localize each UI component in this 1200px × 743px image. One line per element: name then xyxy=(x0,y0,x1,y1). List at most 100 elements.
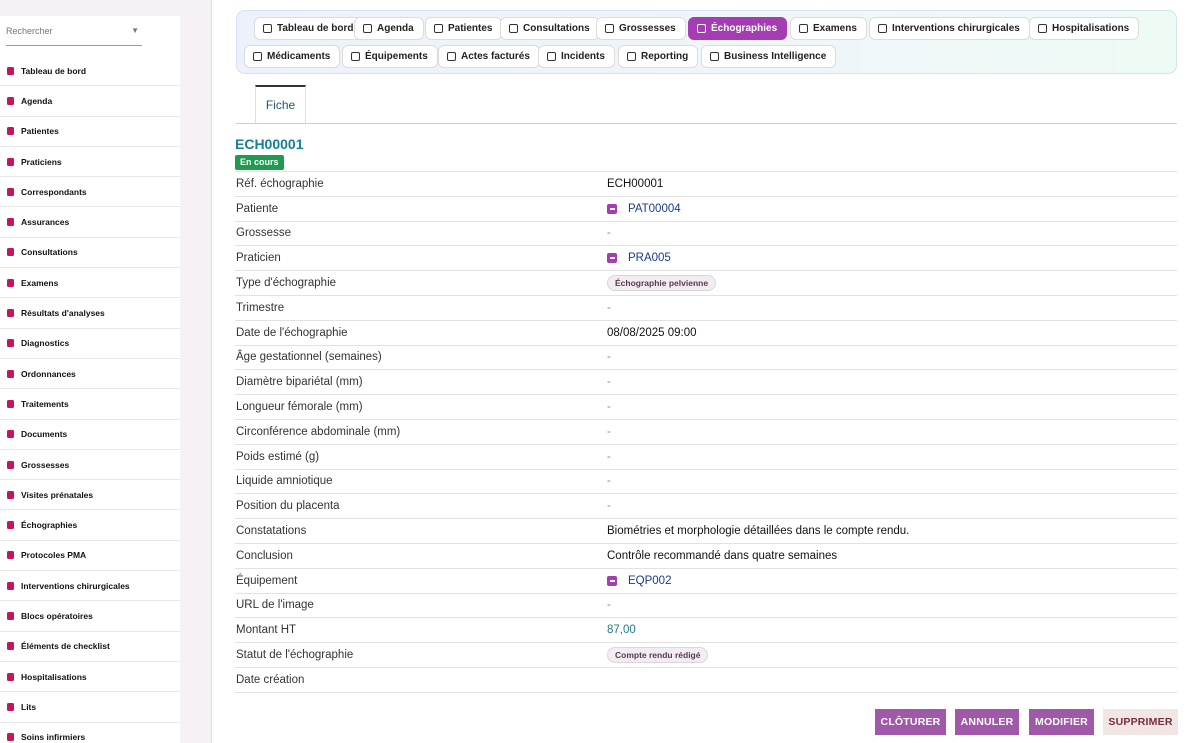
tab-1[interactable]: Agenda xyxy=(354,17,424,40)
field-row: Circonférence abdominale (mm) - xyxy=(235,420,1177,445)
search-input[interactable] xyxy=(6,20,126,42)
tab-4[interactable]: Grossesses xyxy=(596,17,686,40)
tab-7[interactable]: Interventions chirurgicales xyxy=(869,17,1030,40)
calendar-check-icon xyxy=(5,489,16,500)
tab-0[interactable]: Tableau de bord xyxy=(254,17,364,40)
field-row: Date de l'échographie 08/08/2025 09:00 xyxy=(235,321,1177,346)
field-value: - xyxy=(607,401,611,414)
field-label: Date création xyxy=(236,673,305,686)
tab-14[interactable]: Business Intelligence xyxy=(701,45,837,68)
sidebar-item-label: Lits xyxy=(21,701,37,712)
sidebar-item-1[interactable]: Agenda xyxy=(0,86,180,117)
sidebar-item-7[interactable]: Examens xyxy=(0,268,180,299)
sidebar-item-16[interactable]: Protocoles PMA xyxy=(0,541,180,572)
tab-10[interactable]: Équipements xyxy=(342,45,438,68)
field-value: Biométries et morphologie détaillées dan… xyxy=(607,525,910,538)
close-button[interactable]: CLÔTURER xyxy=(875,709,946,735)
field-label: Type d'échographie xyxy=(236,277,337,290)
chevron-down-icon[interactable]: ▼ xyxy=(131,26,139,35)
sidebar-item-11[interactable]: Traitements xyxy=(0,389,180,420)
field-value-link[interactable]: PAT00004 xyxy=(607,203,681,215)
field-value-link[interactable]: PRA005 xyxy=(607,252,671,264)
cancel-button[interactable]: ANNULER xyxy=(955,709,1019,735)
field-label: URL de l'image xyxy=(236,599,314,612)
field-value-tag: Échographie pelvienne xyxy=(607,275,717,292)
sidebar-item-0[interactable]: Tableau de bord xyxy=(0,56,180,87)
tab-12[interactable]: Incidents xyxy=(538,45,615,68)
sidebar-nav: Tableau de bord Agenda Patientes Praticiens… xyxy=(0,56,180,743)
sidebar-item-18[interactable]: Blocs opératoires xyxy=(0,601,180,632)
tab-fiche[interactable]: Fiche xyxy=(255,85,306,123)
sidebar-item-3[interactable]: Praticiens xyxy=(0,147,180,178)
tab-6[interactable]: Examens xyxy=(790,17,867,40)
sidebar-item-label: Correspondants xyxy=(21,186,87,197)
field-row: Constatations Biométries et morphologie d… xyxy=(235,519,1177,544)
sidebar-item-15[interactable]: Échographies xyxy=(0,510,180,541)
field-row: Diamètre bipariétal (mm) - xyxy=(235,370,1177,396)
field-value: - xyxy=(607,351,611,364)
tab-label: Business Intelligence xyxy=(724,51,827,62)
sidebar-item-label: Traitements xyxy=(21,398,69,409)
sidebar-item-label: Tableau de bord xyxy=(21,65,87,76)
sidebar-item-8[interactable]: Résultats d'analyses xyxy=(0,298,180,329)
module-tabs: Tableau de bord Agenda Patientes Consultati… xyxy=(236,10,1177,74)
tab-2[interactable]: Patientes xyxy=(425,17,503,40)
field-label: Liquide amniotique xyxy=(236,475,333,488)
tab-13[interactable]: Reporting xyxy=(618,45,699,68)
female-icon xyxy=(434,24,443,33)
search-box[interactable]: ▼ xyxy=(6,20,142,46)
field-value[interactable]: EQP002 xyxy=(628,575,671,587)
tab-label: Consultations xyxy=(523,23,590,34)
sidebar-item-2[interactable]: Patientes xyxy=(0,117,180,147)
field-row: Poids estimé (g) - xyxy=(235,445,1177,470)
sidebar-item-6[interactable]: Consultations xyxy=(0,238,180,269)
dashboard-icon xyxy=(263,24,272,33)
field-value: ECH00001 xyxy=(607,177,664,190)
tab-11[interactable]: Actes facturés xyxy=(438,45,540,68)
sidebar-item-19[interactable]: Éléments de checklist xyxy=(0,632,180,662)
sidebar-item-5[interactable]: Assurances xyxy=(0,207,180,238)
sidebar-item-label: Éléments de checklist xyxy=(21,641,110,652)
field-value[interactable]: PAT00004 xyxy=(628,203,681,215)
sidebar-item-label: Soins infirmiers xyxy=(21,732,86,743)
field-label: Constatations xyxy=(236,525,307,538)
nurse-icon xyxy=(5,732,16,743)
tab-8[interactable]: Hospitalisations xyxy=(1029,17,1140,40)
field-value: - xyxy=(607,500,611,513)
bed-icon xyxy=(5,580,16,591)
pills-icon xyxy=(5,398,16,409)
stethoscope-icon xyxy=(5,247,16,258)
record-tabs: Fiche xyxy=(236,84,1177,124)
field-value-link[interactable]: EQP002 xyxy=(607,575,671,587)
field-label: Diamètre bipariétal (mm) xyxy=(236,376,363,389)
sidebar-item-20[interactable]: Hospitalisations xyxy=(0,662,180,693)
field-label: Trimestre xyxy=(236,301,285,314)
field-row: Longueur fémorale (mm) - xyxy=(235,395,1177,420)
sidebar-item-12[interactable]: Documents xyxy=(0,420,180,450)
sidebar-item-13[interactable]: Grossesses xyxy=(0,450,180,481)
file-icon xyxy=(5,429,16,440)
sidebar-item-9[interactable]: Diagnostics xyxy=(0,329,180,359)
tab-5[interactable]: Échographies xyxy=(688,17,788,40)
sidebar-item-17[interactable]: Interventions chirurgicales xyxy=(0,571,180,602)
status-badge: En cours xyxy=(235,155,284,170)
sidebar-item-4[interactable]: Correspondants xyxy=(0,177,180,208)
edit-button[interactable]: MODIFIER xyxy=(1029,709,1094,735)
tab-label: Patientes xyxy=(448,23,493,34)
exam-icon xyxy=(5,277,16,288)
sidebar-item-21[interactable]: Lits xyxy=(0,692,180,723)
tab-3[interactable]: Consultations xyxy=(500,17,600,40)
delete-button[interactable]: SUPPRIMER xyxy=(1103,709,1178,735)
heartbeat-icon xyxy=(351,52,360,61)
exam-icon xyxy=(799,24,808,33)
field-value-tag: Compte rendu rédigé xyxy=(607,647,709,664)
record-link-icon xyxy=(607,575,617,586)
sidebar-item-10[interactable]: Ordonnances xyxy=(0,359,180,390)
tab-9[interactable]: Médicaments xyxy=(244,45,341,68)
hospital-icon xyxy=(5,610,16,621)
sidebar-item-22[interactable]: Soins infirmiers xyxy=(0,723,180,743)
record-link-icon xyxy=(607,203,617,214)
field-value[interactable]: PRA005 xyxy=(628,252,671,264)
sidebar-item-14[interactable]: Visites prénatales xyxy=(0,480,180,511)
record-fields: Réf. échographie ECH00001 Patiente PAT00004… xyxy=(235,171,1177,693)
